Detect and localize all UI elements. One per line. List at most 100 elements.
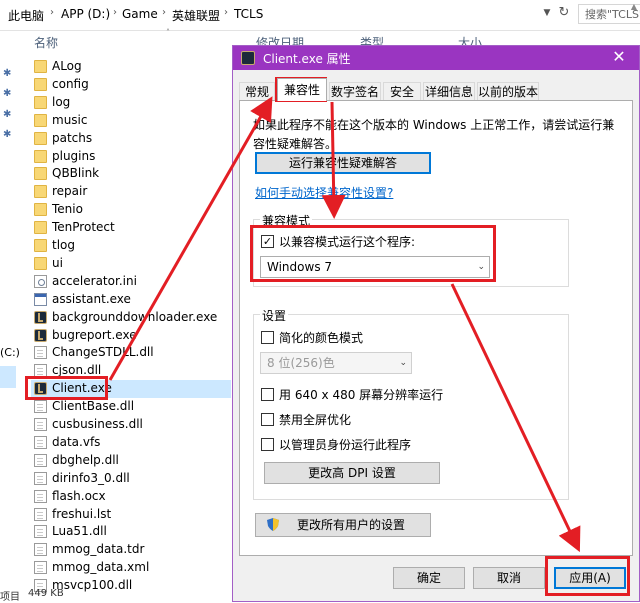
folder-icon [34,95,47,109]
file-list-item[interactable]: mmog_data.tdr [31,541,231,559]
folder-icon [34,185,47,199]
file-icon [34,561,47,575]
dll-file-icon [34,346,47,360]
dll-file-icon [34,400,47,414]
file-name: ChangeSTDLL.dll [52,345,154,360]
file-list-item[interactable]: mmog_data.xml [31,559,231,577]
run-as-admin-checkbox[interactable] [261,438,274,451]
tab-security[interactable]: 安全 [383,82,421,100]
disable-fullscreen-label: 禁用全屏优化 [279,413,352,427]
file-list-item[interactable]: Tenio [31,201,231,219]
folder-icon [34,131,47,145]
file-name: backgrounddownloader.exe [52,309,218,324]
file-name: ui [52,255,63,270]
ok-button[interactable]: 确定 [393,567,465,589]
file-list-item[interactable]: log [31,94,231,112]
file-list-item[interactable]: bugreport.exe [31,327,231,345]
file-name: mmog_data.tdr [52,542,145,557]
file-list-item[interactable]: music [31,112,231,130]
properties-dialog: Client.exe 属性 ✕ 常规 兼容性 数字签名 安全 详细信息 以前的版… [232,45,640,602]
file-name: Lua51.dll [52,524,107,539]
file-icon [34,489,47,503]
file-list-item[interactable]: config [31,76,231,94]
breadcrumb-separator: › [162,7,166,18]
breadcrumb-this-pc[interactable]: 此电脑 [8,7,44,24]
run-as-admin-label: 以管理员身份运行此程序 [279,438,412,452]
tab-strip: 常规 兼容性 数字签名 安全 详细信息 以前的版本 [239,78,635,101]
dll-file-icon [34,525,47,539]
chevron-down-icon[interactable]: ▼ [540,5,554,21]
change-dpi-button[interactable]: 更改高 DPI 设置 [264,462,440,484]
navigation-pane: ✱ ✱ ✱ ✱ [0,30,30,590]
lol-app-icon [34,328,47,342]
breadcrumb-game[interactable]: Game [122,7,158,21]
file-list-item[interactable]: assistant.exe [31,291,231,309]
file-list-item[interactable]: Lua51.dll [31,523,231,541]
reduced-color-checkbox[interactable] [261,331,274,344]
file-list-item[interactable]: patchs [31,130,231,148]
file-list-item[interactable]: repair [31,183,231,201]
file-list-item[interactable]: TenProtect [31,219,231,237]
tab-previous-versions[interactable]: 以前的版本 [477,82,539,100]
run-640-checkbox[interactable] [261,388,274,401]
tab-details[interactable]: 详细信息 [423,82,475,100]
file-name: mmog_data.xml [52,560,150,575]
file-list-item[interactable]: plugins [31,148,231,166]
file-list-item[interactable]: cusbusiness.dll [31,416,231,434]
file-list-item[interactable]: data.vfs [31,434,231,452]
manual-settings-link[interactable]: 如何手动选择兼容性设置? [255,184,393,201]
breadcrumb-drive[interactable]: APP (D:) [61,7,110,21]
file-list-item[interactable]: tlog [31,237,231,255]
run-troubleshooter-button[interactable]: 运行兼容性疑难解答 [255,152,431,174]
exe-icon [34,292,47,306]
file-name: ALog [52,59,82,73]
tab-general[interactable]: 常规 [239,82,275,100]
pin-icon: ✱ [3,109,12,120]
color-mode-select[interactable]: 8 位(256)色 ⌄ [260,352,412,374]
file-list-item[interactable]: flash.ocx [31,488,231,506]
file-list-item[interactable]: ChangeSTDLL.dll [31,344,231,362]
breadcrumb-lol[interactable]: 英雄联盟 [172,7,220,24]
file-name: cusbusiness.dll [52,417,143,431]
breadcrumb-tcls[interactable]: TCLS [234,7,263,21]
disable-fullscreen-checkbox[interactable] [261,413,274,426]
cancel-button[interactable]: 取消 [473,567,545,589]
file-list-item[interactable]: ui [31,255,231,273]
change-all-users-button[interactable]: 更改所有用户的设置 [255,513,431,537]
intro-text: 如果此程序不能在这个版本的 Windows 上正常工作，请尝试运行兼容性疑难解答… [253,118,615,151]
dialog-title: Client.exe 属性 [263,52,351,66]
pin-icon: ✱ [3,68,12,79]
folder-icon [34,149,47,163]
folder-icon [34,203,47,217]
file-name: config [52,76,89,91]
address-bar[interactable]: 此电脑 › APP (D:) › Game › 英雄联盟 › TCLS ▼ ↻ … [0,0,640,31]
file-list-item[interactable]: QBBlink [31,165,231,183]
nav-drive-c[interactable]: (C:) [0,346,20,359]
close-icon[interactable]: ✕ [609,47,629,66]
dialog-titlebar[interactable]: Client.exe 属性 ✕ [233,46,639,70]
file-list-item[interactable]: dirinfo3_0.dll [31,470,231,488]
lol-app-icon [241,51,255,65]
column-header-name[interactable]: 名称 [34,34,58,51]
folder-icon [34,113,47,127]
folder-icon [34,239,47,252]
file-list-item[interactable]: ALog [31,58,231,76]
tab-digital-signature[interactable]: 数字签名 [329,82,381,100]
file-list-item[interactable]: freshui.lst [31,506,231,524]
scroll-up-icon[interactable]: ▲ [628,2,640,14]
file-icon [34,543,47,557]
refresh-icon[interactable]: ↻ [556,5,572,21]
file-name: TenProtect [52,220,115,235]
breadcrumb-separator: › [50,7,54,18]
file-list-item[interactable]: backgrounddownloader.exe [31,309,231,327]
dll-file-icon [34,418,47,431]
sort-caret-icon: ˄ [166,28,170,37]
file-list-item[interactable]: dbghelp.dll [31,452,231,470]
annotation-box-compat-mode [250,225,496,282]
dll-file-icon [34,453,47,467]
file-list-item[interactable]: ClientBase.dll [31,398,231,416]
folder-icon [34,167,47,181]
folder-icon [34,77,47,91]
tab-compatibility[interactable]: 兼容性 [277,78,327,101]
file-list-item[interactable]: accelerator.ini [31,273,231,291]
